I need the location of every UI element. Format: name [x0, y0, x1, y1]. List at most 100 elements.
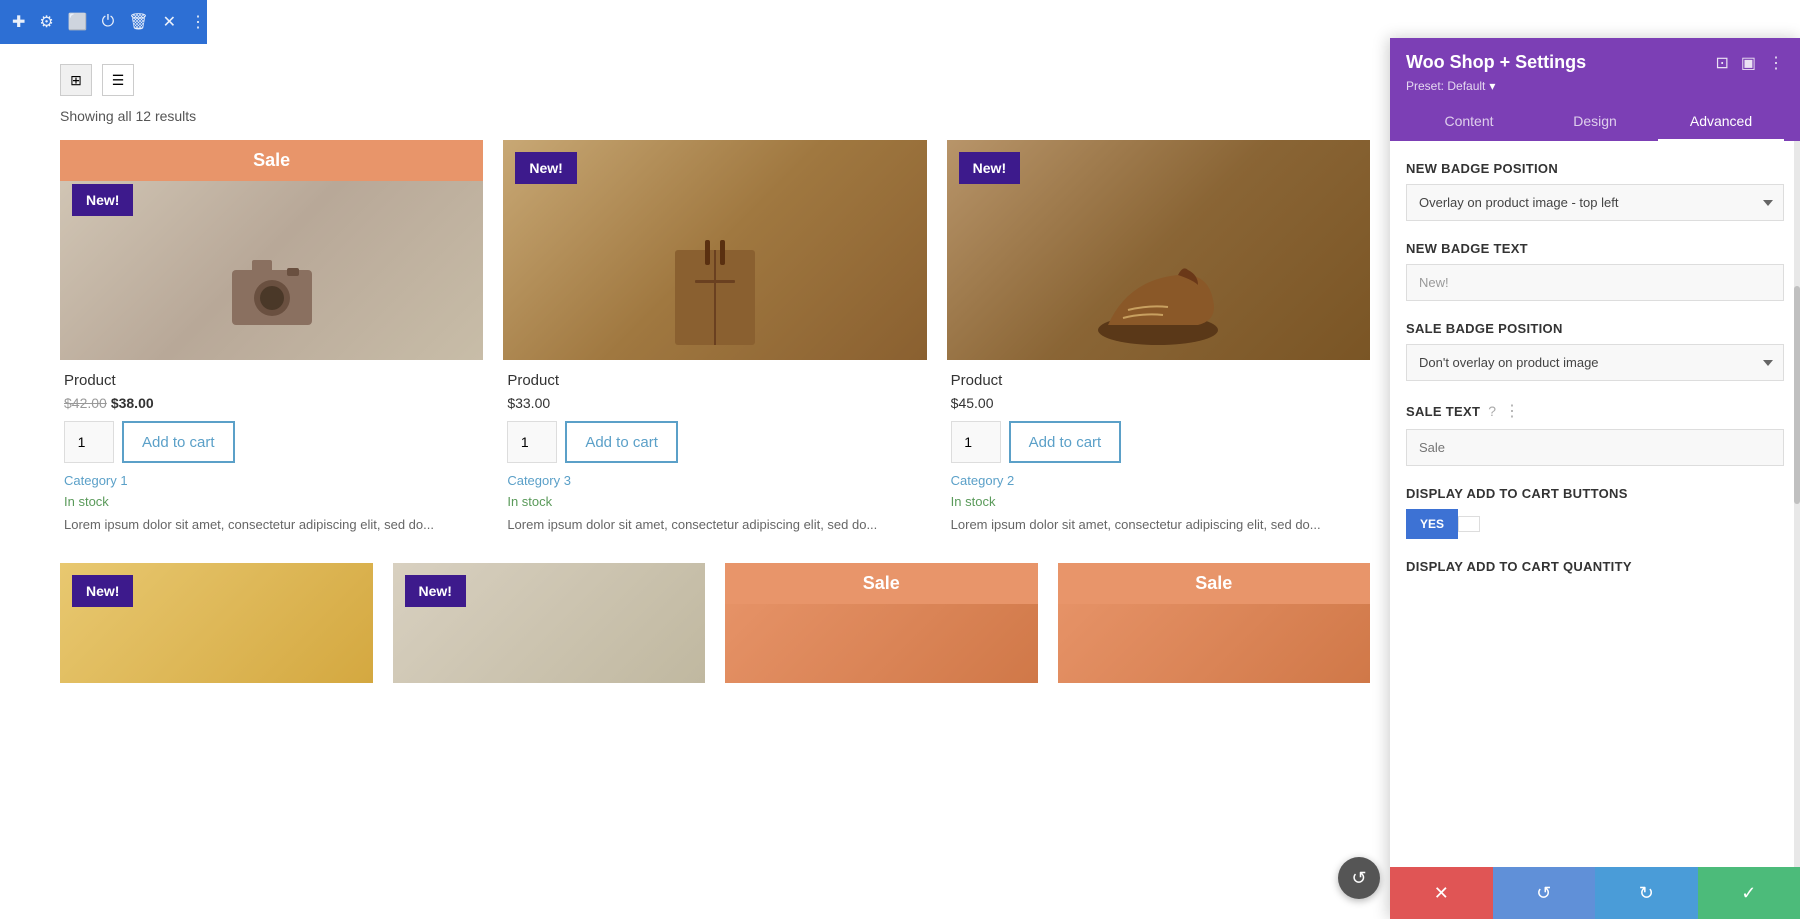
product-card: Sale New! Product $42.00$38.00 [60, 140, 483, 543]
sale-badge-position-label: Sale Badge Position [1406, 321, 1784, 336]
power-icon[interactable]: ⏻ [102, 13, 115, 31]
product-card: New! [393, 563, 706, 683]
product-price: $33.00 [507, 395, 922, 411]
more-icon[interactable]: ⋮ [190, 12, 206, 32]
product-card: New! [60, 563, 373, 683]
showing-results-text: Showing all 12 results [60, 104, 1370, 140]
add-to-cart-button[interactable]: Add to cart [1009, 421, 1122, 463]
expand-icon[interactable]: ⊡ [1715, 53, 1728, 73]
new-badge-position-select[interactable]: Overlay on product image - top left Over… [1406, 184, 1784, 221]
trash-icon[interactable]: 🗑 [128, 12, 148, 32]
sale-badge: Sale [1058, 563, 1371, 604]
product-grid: Sale New! Product $42.00$38.00 [60, 140, 1370, 563]
product-image: Sale [725, 563, 1038, 683]
category-link[interactable]: Category 3 [507, 473, 922, 488]
sale-badge-position-group: Sale Badge Position Don't overlay on pro… [1406, 321, 1784, 381]
add-to-cart-button[interactable]: Add to cart [565, 421, 678, 463]
layout-icon[interactable]: ⬜ [68, 12, 88, 32]
quantity-input[interactable] [951, 421, 1001, 463]
tab-design[interactable]: Design [1532, 103, 1658, 141]
new-badge: New! [405, 575, 466, 607]
product-description: Lorem ipsum dolor sit amet, consectetur … [507, 515, 922, 535]
panel-tabs: Content Design Advanced [1406, 103, 1784, 141]
category-link[interactable]: Category 1 [64, 473, 479, 488]
floating-action-button[interactable]: ↺ [1338, 857, 1380, 899]
new-badge-text-input[interactable] [1406, 264, 1784, 301]
scrollbar-track[interactable] [1794, 141, 1800, 867]
toggle-yes-button[interactable]: YES [1406, 509, 1458, 539]
display-cart-buttons-group: Display add to cart buttons YES [1406, 486, 1784, 539]
split-icon[interactable]: ▣ [1741, 53, 1756, 73]
menu-icon[interactable]: ⋮ [1768, 53, 1784, 73]
more-options-icon[interactable]: ⋮ [1504, 401, 1520, 421]
add-to-cart-row: Add to cart [951, 421, 1366, 463]
panel-header: Woo Shop + Settings ⊡ ▣ ⋮ Preset: Defaul… [1390, 38, 1800, 141]
product-image: New! [60, 563, 373, 683]
bag-illustration [665, 230, 765, 360]
panel-footer: ✕ ↺ ↻ ✓ [1390, 867, 1800, 919]
sale-text-input[interactable] [1406, 429, 1784, 466]
quantity-input[interactable] [507, 421, 557, 463]
product-name: Product [64, 372, 479, 389]
product-price: $45.00 [951, 395, 1366, 411]
sale-text-label: Sale Text [1406, 404, 1480, 419]
toggle-no-button[interactable] [1458, 516, 1480, 532]
stock-status: In stock [951, 494, 1366, 509]
new-badge-text-label: New Badge Text [1406, 241, 1784, 256]
settings-panel: Woo Shop + Settings ⊡ ▣ ⋮ Preset: Defaul… [1390, 38, 1800, 919]
undo-button[interactable]: ↺ [1493, 867, 1596, 919]
category-link[interactable]: Category 2 [951, 473, 1366, 488]
stock-status: In stock [507, 494, 922, 509]
sale-text-group: Sale Text ? ⋮ [1406, 401, 1784, 466]
product-card: Sale [725, 563, 1038, 683]
scrollbar-thumb[interactable] [1794, 286, 1800, 504]
plus-icon[interactable]: ✚ [12, 12, 25, 32]
tab-content[interactable]: Content [1406, 103, 1532, 141]
save-button[interactable]: ✓ [1698, 867, 1800, 919]
preset-dropdown[interactable]: ▾ [1489, 79, 1495, 93]
product-image: New! [393, 563, 706, 683]
product-description: Lorem ipsum dolor sit amet, consectetur … [64, 515, 479, 535]
preset-label: Preset: Default [1406, 79, 1485, 93]
panel-title-row: Woo Shop + Settings ⊡ ▣ ⋮ [1406, 52, 1784, 73]
redo-button[interactable]: ↻ [1595, 867, 1698, 919]
product-image: New! [503, 140, 926, 360]
help-icon[interactable]: ? [1488, 403, 1496, 419]
new-badge: New! [72, 575, 133, 607]
product-description: Lorem ipsum dolor sit amet, consectetur … [951, 515, 1366, 535]
bottom-product-row: New! New! Sale Sale [60, 563, 1370, 703]
product-name: Product [951, 372, 1366, 389]
toggle-row: YES [1406, 509, 1784, 539]
list-view-button[interactable]: ☰ [102, 64, 134, 96]
product-card: Sale [1058, 563, 1371, 683]
preset-row: Preset: Default ▾ [1406, 79, 1784, 93]
panel-title: Woo Shop + Settings [1406, 52, 1586, 73]
product-image: Sale [1058, 563, 1371, 683]
grid-view-button[interactable]: ⊞ [60, 64, 92, 96]
new-badge: New! [72, 184, 133, 216]
add-to-cart-button[interactable]: Add to cart [122, 421, 235, 463]
tab-advanced[interactable]: Advanced [1658, 103, 1784, 141]
add-to-cart-row: Add to cart [507, 421, 922, 463]
camera-illustration [212, 230, 332, 350]
shop-controls: ⊞ ☰ [60, 44, 1370, 104]
panel-body: New Badge Position Overlay on product im… [1390, 141, 1800, 867]
product-price: $42.00$38.00 [64, 395, 479, 411]
settings-icon[interactable]: ⚙ [39, 12, 53, 32]
product-card: New! Product $45.00 Add to cart Category… [947, 140, 1370, 543]
quantity-input[interactable] [64, 421, 114, 463]
shoes-illustration [1088, 250, 1228, 350]
top-toolbar: ✚ ⚙ ⬜ ⏻ 🗑 ✕ ⋮ [0, 0, 207, 44]
display-cart-label: Display add to cart buttons [1406, 486, 1784, 501]
sale-badge-position-select[interactable]: Don't overlay on product image Overlay o… [1406, 344, 1784, 381]
close-icon[interactable]: ✕ [163, 12, 176, 32]
product-info: Product $45.00 Add to cart Category 2 In… [947, 360, 1370, 543]
new-badge-position-label: New Badge Position [1406, 161, 1784, 176]
product-card: New! Product $33.00 Add to cart Category… [503, 140, 926, 543]
sale-badge: Sale [725, 563, 1038, 604]
product-image: Sale New! [60, 140, 483, 360]
add-to-cart-row: Add to cart [64, 421, 479, 463]
cancel-button[interactable]: ✕ [1390, 867, 1493, 919]
price-new: $38.00 [111, 395, 154, 411]
new-badge: New! [515, 152, 576, 184]
